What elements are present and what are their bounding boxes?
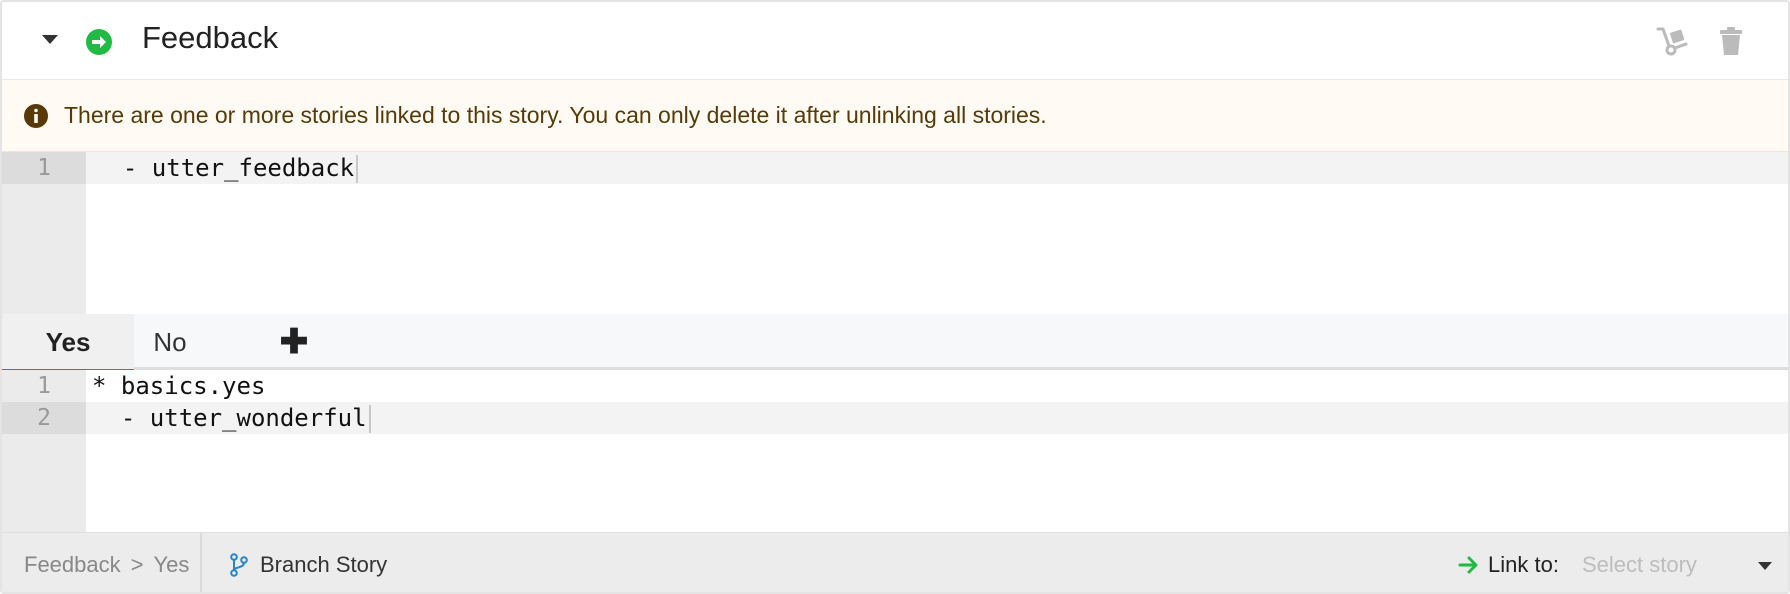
link-story-select[interactable]: Select story [1582,533,1772,592]
breadcrumb-separator: > [130,552,144,577]
text-cursor [356,155,359,183]
link-to-label: Link to: [1458,533,1559,592]
dropdown-icon[interactable] [1758,562,1772,570]
line-number: 1 [37,373,51,399]
branch-story-label: Branch Story [260,552,388,577]
code-line[interactable]: 2 - utter_wonderful [2,402,1788,434]
arrow-right-icon [1458,556,1478,574]
code-text[interactable]: * basics.yes [92,370,265,402]
breadcrumb-item[interactable]: Feedback [24,552,121,577]
trash-icon[interactable] [1714,24,1748,58]
code-line[interactable]: 1 - utter_feedback [2,152,1788,184]
code-line[interactable]: 1 * basics.yes [2,370,1788,402]
branch-story-button[interactable]: Branch Story [230,533,388,592]
warning-message: There are one or more stories linked to … [2,80,1788,152]
info-circle-icon [24,104,48,128]
breadcrumb: Feedback > Yes [24,533,189,592]
branch-tabs: Yes No ✚ [2,314,1788,373]
text-cursor [368,405,371,433]
add-branch-icon[interactable]: ✚ [274,314,314,370]
dolly-icon[interactable] [1655,24,1689,58]
warning-text: There are one or more stories linked to … [64,102,1047,128]
link-to-text: Link to: [1488,552,1559,577]
line-number: 1 [2,152,86,184]
line-number: 2 [2,402,86,434]
story-footer: Feedback > Yes Branch Story Link to: Selec… [2,532,1788,592]
code-branch-icon [230,553,248,577]
caret-down-icon[interactable] [42,35,58,44]
code-text[interactable]: - utter_feedback [94,152,359,184]
select-placeholder: Select story [1582,552,1697,577]
tab-no[interactable]: No [134,314,206,370]
story-card: Feedback There are one or more stories l… [0,0,1790,594]
arrow-circle-right-icon [86,29,112,55]
divider [200,533,202,592]
branch-code-editor[interactable]: 1 * basics.yes 2 - utter_wonderful [2,370,1788,532]
story-code-editor[interactable]: 1 - utter_feedback [2,152,1788,314]
story-title[interactable]: Feedback [142,20,278,56]
tab-yes[interactable]: Yes [2,314,134,373]
code-text[interactable]: - utter_wonderful [92,402,371,434]
breadcrumb-item[interactable]: Yes [153,552,189,577]
story-header: Feedback [2,2,1788,80]
